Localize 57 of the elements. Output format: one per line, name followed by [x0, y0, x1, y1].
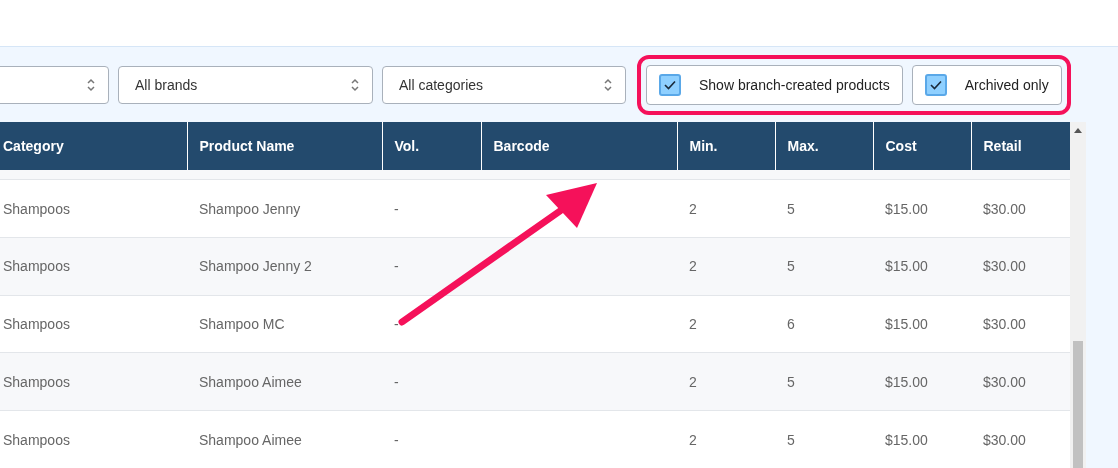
checkbox[interactable]: [659, 73, 681, 96]
table-cell: Shampoo MC: [187, 295, 382, 353]
table-cell: $15.00: [873, 295, 971, 353]
table-cell: Shampoos: [0, 179, 187, 238]
table-cell: 2: [677, 237, 775, 296]
chevron-updown-icon: [350, 76, 360, 93]
table-cell: Shampoo Aimee: [187, 352, 382, 411]
table-cell: $30.00: [971, 295, 1070, 353]
checkbox-button[interactable]: Archived only: [911, 64, 1062, 105]
column-header[interactable]: Category: [0, 122, 187, 170]
table-cell: -: [382, 179, 481, 238]
scrollbar[interactable]: [1070, 122, 1086, 468]
column-header[interactable]: Vol.: [382, 122, 481, 170]
table-cell: $30.00: [971, 179, 1070, 238]
table-cell: -: [382, 295, 481, 353]
chevron-updown-icon: [603, 76, 613, 93]
table-cell: Shampoo Aimee: [187, 410, 382, 468]
table-cell: Shampoos: [0, 295, 187, 353]
check-icon: [929, 79, 942, 90]
table-cell: -: [382, 352, 481, 411]
table-cell: Shampoo Jenny: [187, 179, 382, 238]
table-cell: 5: [775, 352, 873, 411]
table-cell: 2: [677, 410, 775, 468]
check-icon: [664, 79, 676, 90]
table-cell: 2: [677, 352, 775, 411]
table-cell: $30.00: [971, 352, 1070, 411]
table-cell: Shampoos: [0, 410, 187, 468]
table-cell: 2: [677, 295, 775, 353]
column-header[interactable]: Retail: [971, 122, 1070, 170]
column-header[interactable]: Product Name: [187, 122, 382, 170]
column-header[interactable]: Barcode: [481, 122, 677, 170]
select-field[interactable]: All categories: [382, 65, 626, 104]
table-cell: $15.00: [873, 179, 971, 238]
table-cell: -: [382, 237, 481, 296]
checkbox-button[interactable]: Show branch-created products: [646, 64, 903, 105]
scrollbar-thumb[interactable]: [1073, 341, 1083, 468]
table-cell: 2: [677, 179, 775, 238]
scroll-up-icon[interactable]: [1074, 127, 1082, 133]
table-cell: $15.00: [873, 352, 971, 411]
table-cell: $30.00: [971, 237, 1070, 296]
table-cell: 5: [775, 237, 873, 296]
table-cell: $15.00: [873, 237, 971, 296]
column-header[interactable]: Cost: [873, 122, 971, 170]
table-cell: 5: [775, 179, 873, 238]
table-cell: Shampoo Jenny 2: [187, 237, 382, 296]
table-cell: $30.00: [971, 410, 1070, 468]
table-cell: -: [382, 410, 481, 468]
table-cell: Shampoos: [0, 237, 187, 296]
table-cell: 5: [775, 410, 873, 468]
checkbox[interactable]: [924, 73, 947, 96]
chevron-updown-icon: [86, 76, 96, 93]
table-cell: $15.00: [873, 410, 971, 468]
table-cell: Shampoos: [0, 352, 187, 411]
column-header[interactable]: Min.: [677, 122, 775, 170]
table-cell: 6: [775, 295, 873, 353]
column-header[interactable]: Max.: [775, 122, 873, 170]
select-field[interactable]: All brands: [118, 65, 373, 104]
